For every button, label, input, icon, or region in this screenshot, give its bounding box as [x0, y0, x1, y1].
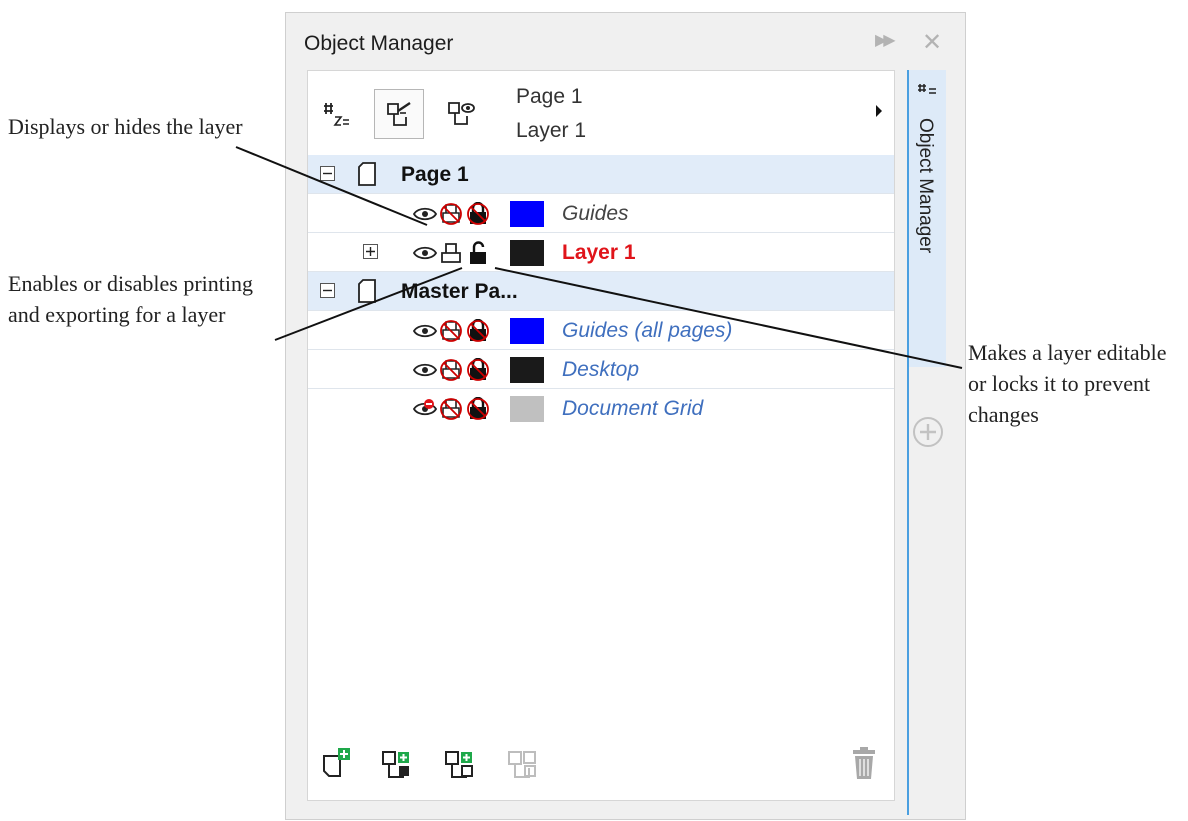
eye-hidden-icon[interactable] [413, 397, 437, 421]
layer-manager-icon [387, 102, 411, 126]
panel-title: Object Manager [304, 32, 454, 55]
tree-item-label: Document Grid [562, 397, 704, 420]
tree-item-label: Guides (all pages) [562, 319, 733, 342]
tree-item-label: Page 1 [401, 163, 469, 186]
tree-row-desktop[interactable]: Desktop [308, 350, 894, 389]
layer-color-swatch[interactable] [510, 357, 544, 383]
layer-color-swatch[interactable] [510, 318, 544, 344]
layer-tree: Page 1 Guides Layer 1 Master Pa... Guide… [308, 155, 894, 428]
unlock-icon[interactable] [466, 241, 490, 265]
master-page-icon [358, 279, 376, 303]
expand-icon[interactable]: ▶▶ [875, 30, 896, 50]
collapse-icon[interactable] [320, 166, 335, 181]
tree-row-document-grid[interactable]: Document Grid [308, 389, 894, 428]
callout-print-export: Enables or disables printing and exporti… [8, 271, 254, 327]
tree-row-guides-all-pages[interactable]: Guides (all pages) [308, 311, 894, 350]
tree-item-label: Desktop [562, 358, 640, 381]
docker-tab-strip: Object Manager [907, 70, 946, 815]
new-master-layer-icon[interactable] [441, 744, 481, 784]
page-tree-button[interactable] [311, 89, 361, 139]
tree-row-page-1[interactable]: Page 1 [308, 155, 894, 194]
printer-disabled-icon[interactable] [439, 202, 463, 226]
lock-icon[interactable] [466, 319, 490, 343]
current-layer-label: Layer 1 [516, 119, 587, 142]
eye-icon[interactable] [413, 319, 437, 343]
callout-lock: Makes a layer editable or locks it to pr… [968, 340, 1167, 427]
new-master-layer-disabled-icon[interactable] [504, 744, 544, 784]
eye-icon[interactable] [413, 241, 437, 265]
object-manager-panel: Object Manager ▶▶ ✕ Page 1 Layer 1 Page … [285, 12, 966, 820]
printer-disabled-icon[interactable] [439, 319, 463, 343]
toolbar-menu-arrow-icon[interactable] [874, 104, 884, 118]
page-icon [358, 162, 376, 186]
bottom-toolbar [308, 728, 894, 802]
layer-color-swatch[interactable] [510, 240, 544, 266]
add-docker-icon[interactable] [912, 416, 944, 448]
title-bar: Object Manager ▶▶ ✕ [286, 13, 965, 71]
docker-tab-object-manager[interactable]: Object Manager [909, 70, 946, 367]
new-layer-icon[interactable] [316, 744, 356, 784]
expand-tree-icon[interactable] [363, 244, 378, 259]
delete-icon[interactable] [844, 744, 884, 784]
lock-icon[interactable] [466, 397, 490, 421]
callout-visibility: Displays or hides the layer [8, 114, 243, 139]
object-manager-tab-icon [918, 84, 936, 94]
layer-color-swatch[interactable] [510, 201, 544, 227]
layer-manager-button[interactable] [374, 89, 424, 139]
tree-item-label: Master Pa... [401, 280, 518, 303]
printer-icon[interactable] [439, 241, 463, 265]
eye-icon[interactable] [413, 202, 437, 226]
close-icon[interactable]: ✕ [922, 28, 942, 57]
new-master-layer-all-pages-icon[interactable] [378, 744, 418, 784]
tree-item-label: Guides [562, 202, 629, 225]
tree-row-guides[interactable]: Guides [308, 194, 894, 233]
layer-color-swatch[interactable] [510, 396, 544, 422]
page-tree-icon [324, 103, 349, 126]
current-page-label: Page 1 [516, 85, 583, 108]
tree-row-master-page[interactable]: Master Pa... [308, 272, 894, 311]
lock-icon[interactable] [466, 358, 490, 382]
docker-tab-label: Object Manager [915, 118, 936, 254]
lock-icon[interactable] [466, 202, 490, 226]
eye-icon[interactable] [413, 358, 437, 382]
master-page-icon [448, 102, 475, 125]
collapse-icon[interactable] [320, 283, 335, 298]
printer-disabled-icon[interactable] [439, 358, 463, 382]
printer-disabled-icon[interactable] [439, 397, 463, 421]
tree-row-layer-1[interactable]: Layer 1 [308, 233, 894, 272]
tree-item-label: Layer 1 [562, 241, 636, 264]
toolbar: Page 1 Layer 1 [308, 71, 894, 155]
object-manager-content: Page 1 Layer 1 Page 1 Guides Layer 1 Mas… [307, 70, 895, 801]
master-page-button[interactable] [436, 89, 486, 139]
